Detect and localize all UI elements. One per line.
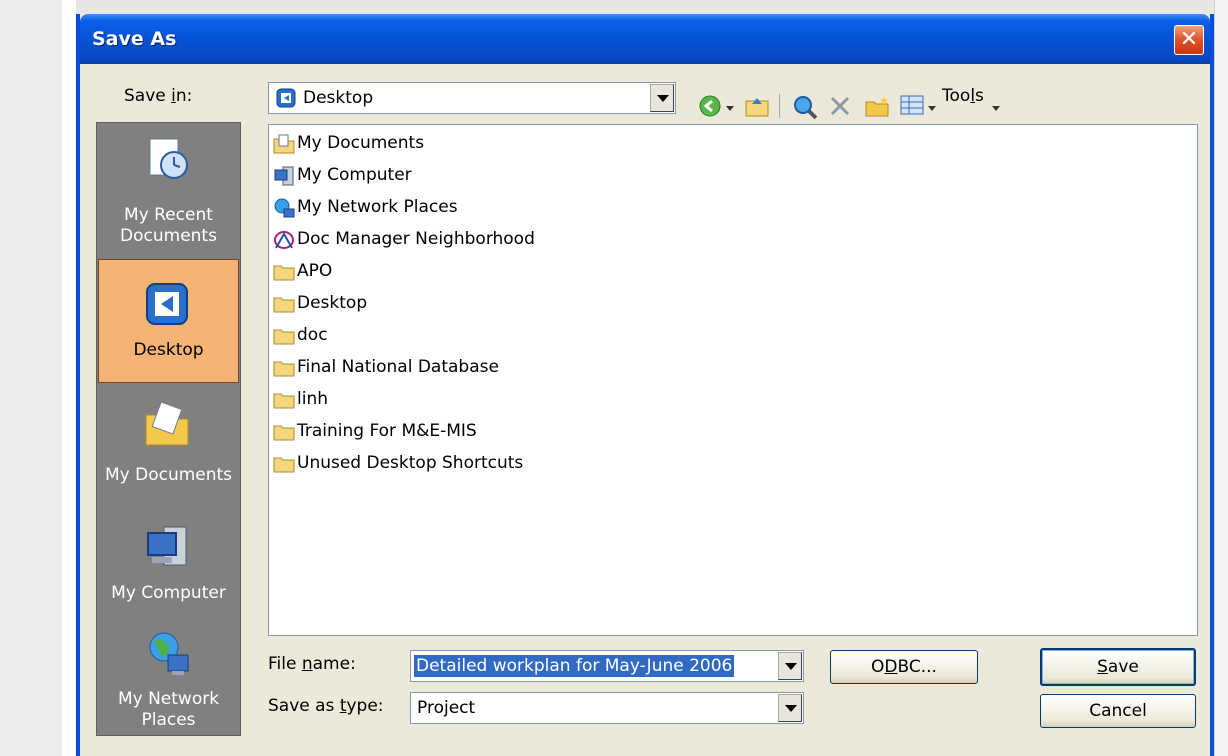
place-label-text: Desktop [133, 340, 204, 360]
place-label: My Documents [98, 465, 239, 486]
place-label: Desktop [98, 340, 239, 361]
save-in-label-part: Save [124, 86, 172, 106]
background-right-panel [1214, 0, 1228, 756]
save-as-type-value: Project [417, 698, 476, 718]
place-label-text: My Recent Documents [120, 205, 217, 246]
tools-dropdown-icon[interactable] [992, 106, 1000, 111]
place-label-text: My Network Places [117, 689, 220, 730]
save-in-value: Desktop [303, 88, 374, 108]
file-name: My Documents [297, 133, 425, 153]
label-part: ame: [312, 654, 356, 674]
dialog-title: Save As [92, 28, 177, 50]
places-bar: My Recent Documents Desktop My Documents [96, 122, 241, 736]
new-folder-icon[interactable] [864, 94, 890, 120]
tools-label-part: s [975, 86, 984, 106]
desktop-icon [141, 280, 193, 328]
place-label-text: My Documents [104, 465, 233, 485]
folder-icon [273, 422, 295, 442]
desktop-small-icon [275, 87, 297, 109]
file-name: APO [297, 261, 333, 281]
folder-icon [273, 390, 295, 410]
search-web-icon[interactable] [792, 94, 818, 120]
file-name: linh [297, 389, 328, 409]
button-label-part: ave [1107, 657, 1139, 677]
folder-icon [273, 454, 295, 474]
place-my-recent-documents[interactable]: My Recent Documents [98, 129, 239, 255]
place-label: My Computer [98, 583, 239, 604]
save-in-dropdown-arrow[interactable] [650, 84, 674, 112]
file-name: Training For M&E-MIS [297, 421, 477, 441]
file-name: My Computer [297, 165, 412, 185]
back-dropdown-icon[interactable] [726, 106, 734, 111]
place-label: My Recent Documents [98, 205, 239, 247]
file-name: Unused Desktop Shortcuts [297, 453, 524, 473]
file-name: Doc Manager Neighborhood [297, 229, 535, 249]
file-name-label: File name: [268, 654, 356, 674]
file-name-input[interactable]: Detailed workplan for May-June 2006 [410, 650, 804, 682]
label-accesskey: n [301, 654, 313, 674]
doc-manager-icon [273, 230, 295, 250]
file-name: Desktop [297, 293, 368, 313]
label-part: ype: [346, 696, 384, 716]
label-part: Save as [268, 696, 340, 716]
background-top [76, 0, 1216, 14]
folder-icon [273, 262, 295, 282]
label-part: File [268, 654, 302, 674]
toolbar-separator [779, 94, 780, 118]
button-label-part: BC... [897, 657, 937, 677]
network-places-icon [142, 629, 194, 677]
button-label-accesskey: S [1097, 657, 1108, 677]
save-button[interactable]: Save [1040, 648, 1196, 686]
my-documents-icon [142, 401, 194, 449]
place-my-computer[interactable]: My Computer [98, 509, 239, 625]
save-in-dropdown[interactable]: Desktop [268, 82, 676, 114]
file-name: Final National Database [297, 357, 499, 377]
views-icon[interactable] [900, 94, 926, 120]
file-list[interactable]: My Documents My Computer My Network Plac… [268, 124, 1198, 636]
button-label: Cancel [1089, 701, 1147, 721]
network-places-icon [273, 198, 295, 218]
file-name-dropdown-arrow[interactable] [778, 652, 802, 680]
file-name-value: Detailed workplan for May-June 2006 [414, 655, 735, 677]
button-label-part: O [871, 657, 885, 677]
save-as-type-dropdown-arrow[interactable] [778, 694, 802, 722]
tools-menu[interactable]: Tools [942, 86, 984, 106]
my-computer-icon [142, 523, 194, 571]
background-gap [62, 0, 76, 756]
close-button[interactable]: ✕ [1174, 25, 1204, 55]
place-label: My Network Places [98, 689, 239, 731]
button-label-accesskey: D [884, 657, 898, 677]
my-documents-icon [273, 134, 295, 154]
title-bar[interactable]: Save As ✕ [80, 14, 1210, 64]
save-as-type-label: Save as type: [268, 696, 384, 716]
delete-icon[interactable] [828, 94, 854, 120]
place-label-text: My Computer [111, 583, 226, 603]
folder-icon [273, 294, 295, 314]
folder-icon [273, 358, 295, 378]
save-in-label-part: n: [175, 86, 193, 106]
up-folder-icon[interactable] [744, 94, 770, 120]
place-my-documents[interactable]: My Documents [98, 389, 239, 501]
back-icon[interactable] [698, 94, 724, 120]
cancel-button[interactable]: Cancel [1040, 694, 1196, 728]
recent-documents-icon [142, 135, 194, 183]
save-as-dialog: Save As ✕ Save in: Desktop Tools My Rece… [76, 14, 1214, 756]
my-computer-icon [273, 166, 295, 186]
place-desktop[interactable]: Desktop [98, 259, 239, 383]
save-as-type-dropdown[interactable]: Project [410, 692, 804, 724]
file-name: My Network Places [297, 197, 458, 217]
tools-label-part: Too [942, 86, 971, 106]
file-name: doc [297, 325, 328, 345]
place-my-network-places[interactable]: My Network Places [98, 623, 239, 733]
background-panel [0, 0, 62, 756]
folder-icon [273, 326, 295, 346]
save-in-label: Save in: [124, 86, 192, 106]
views-dropdown-icon[interactable] [928, 106, 936, 111]
odbc-button[interactable]: ODBC... [830, 650, 978, 684]
